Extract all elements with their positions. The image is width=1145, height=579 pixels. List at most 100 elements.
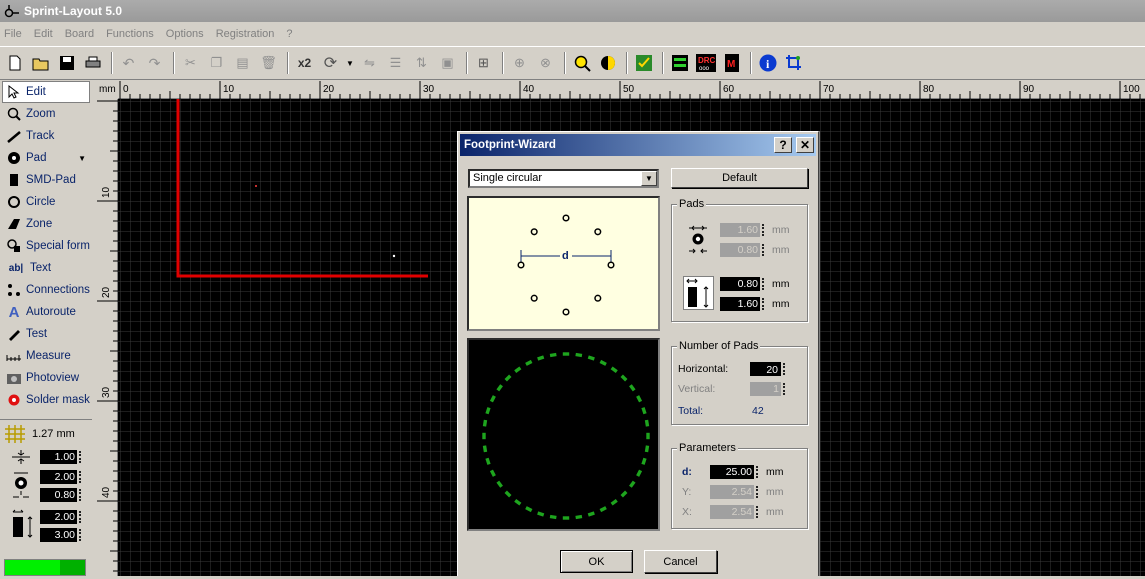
- redo-button[interactable]: ↷: [143, 52, 166, 75]
- menu-file[interactable]: File: [4, 28, 22, 40]
- preview-pad: [496, 384, 503, 392]
- spin-icon[interactable]: [762, 298, 766, 310]
- tool-autoroute[interactable]: A Autoroute: [0, 301, 92, 323]
- smd-height-input[interactable]: 1.60: [720, 297, 760, 311]
- preview-pad: [549, 352, 557, 358]
- preview-pad: [644, 419, 650, 427]
- menu-help[interactable]: ?: [286, 28, 292, 40]
- menu-edit[interactable]: Edit: [34, 28, 53, 40]
- align-button[interactable]: ☰: [384, 52, 407, 75]
- ruler-top-label: 30: [423, 84, 435, 95]
- parameters-label: Parameters: [677, 442, 738, 454]
- macro-icon: M: [724, 54, 739, 72]
- layer-button[interactable]: [596, 52, 619, 75]
- tool-photoview[interactable]: Photoview: [0, 367, 92, 389]
- print-button[interactable]: [81, 52, 104, 75]
- tool-measure[interactable]: Measure: [0, 345, 92, 367]
- new-file-button[interactable]: [3, 52, 26, 75]
- tool-solder-mask[interactable]: Solder mask: [0, 389, 92, 411]
- tool-pad[interactable]: Pad ▼: [0, 147, 92, 169]
- tool-edit[interactable]: Edit: [2, 81, 90, 103]
- tool-special-form[interactable]: Special form: [0, 235, 92, 257]
- open-button[interactable]: [29, 52, 52, 75]
- horizontal-input[interactable]: 20: [750, 362, 781, 376]
- toolbar-separator: [502, 52, 504, 74]
- spin-icon[interactable]: [756, 466, 760, 478]
- pad-inner-input[interactable]: 0.80: [40, 488, 77, 502]
- tool-connections[interactable]: Connections: [0, 279, 92, 301]
- default-button[interactable]: Default: [671, 168, 808, 188]
- lock-button[interactable]: ⊕: [508, 52, 531, 75]
- spin-icon[interactable]: [79, 511, 83, 523]
- flip-button[interactable]: ⇅: [410, 52, 433, 75]
- cancel-button[interactable]: Cancel: [644, 550, 717, 573]
- tool-text[interactable]: ab| Text: [0, 257, 92, 279]
- pad-outer-input[interactable]: 2.00: [40, 470, 77, 484]
- tool-zone[interactable]: Zone: [0, 213, 92, 235]
- copy-button[interactable]: ❐: [205, 52, 228, 75]
- smd-height-input[interactable]: 3.00: [40, 528, 77, 542]
- crop-button[interactable]: [782, 52, 805, 75]
- properties-button[interactable]: [668, 52, 691, 75]
- d-input[interactable]: 25.00: [710, 465, 754, 479]
- smd-width-input[interactable]: 0.80: [720, 277, 760, 291]
- tool-circle[interactable]: Circle: [0, 191, 92, 213]
- paste-button[interactable]: ▤: [231, 52, 254, 75]
- tool-track[interactable]: Track: [0, 125, 92, 147]
- drc-button[interactable]: DRC ooo: [694, 52, 717, 75]
- preview-pad: [599, 359, 607, 366]
- mirror-button[interactable]: ⇋: [358, 52, 381, 75]
- unlock-button[interactable]: ⊗: [534, 52, 557, 75]
- spin-icon[interactable]: [783, 363, 787, 375]
- spin-icon[interactable]: [762, 278, 766, 290]
- macro-button[interactable]: M: [720, 52, 743, 75]
- smd-width-input[interactable]: 2.00: [40, 510, 77, 524]
- component-button[interactable]: ⊞: [472, 52, 495, 75]
- footprint-type-value: Single circular: [473, 172, 543, 184]
- spin-icon[interactable]: [79, 471, 83, 483]
- pad-outer-input: 1.60: [720, 223, 760, 237]
- special-form-icon: [6, 238, 22, 254]
- spin-icon[interactable]: [79, 489, 83, 501]
- tool-smd-pad[interactable]: SMD-Pad: [0, 169, 92, 191]
- info-button[interactable]: i: [756, 52, 779, 75]
- footprint-type-select[interactable]: Single circular ▼: [468, 169, 659, 188]
- multiply-button[interactable]: x2: [293, 52, 316, 75]
- undo-button[interactable]: ↶: [117, 52, 140, 75]
- ok-button[interactable]: OK: [560, 550, 633, 573]
- save-button[interactable]: [55, 52, 78, 75]
- spin-icon[interactable]: [79, 529, 83, 541]
- menu-options[interactable]: Options: [166, 28, 204, 40]
- tool-zoom[interactable]: Zoom: [0, 103, 92, 125]
- tool-label: Pad: [26, 152, 47, 164]
- rotate-button[interactable]: ⟳: [319, 52, 342, 75]
- cut-button[interactable]: ✂: [179, 52, 202, 75]
- close-button[interactable]: ✕: [796, 137, 814, 153]
- spin-icon: [762, 224, 766, 236]
- grid-selector[interactable]: 1.27 mm: [0, 419, 92, 443]
- menu-board[interactable]: Board: [65, 28, 94, 40]
- checklist-button[interactable]: [632, 52, 655, 75]
- layer-color-bar[interactable]: [4, 559, 86, 576]
- smd-pad-toggle[interactable]: [683, 276, 714, 310]
- pad-inner-input: 0.80: [720, 243, 760, 257]
- x-label: X:: [682, 506, 692, 518]
- chevron-down-icon[interactable]: ▼: [641, 171, 657, 186]
- rotate-dropdown[interactable]: ▼: [345, 52, 355, 75]
- menu-registration[interactable]: Registration: [216, 28, 275, 40]
- group-button[interactable]: ▣: [436, 52, 459, 75]
- undo-icon: ↶: [122, 54, 135, 71]
- track-width-input[interactable]: 1.00: [40, 450, 77, 464]
- menu-functions[interactable]: Functions: [106, 28, 154, 40]
- rotate-icon: ⟳: [323, 55, 338, 72]
- chevron-down-icon[interactable]: ▼: [78, 154, 86, 163]
- y-label: Y:: [682, 486, 692, 498]
- mirror-icon: ⇋: [364, 55, 375, 70]
- tool-test[interactable]: Test: [0, 323, 92, 345]
- preview-pad: [549, 514, 557, 520]
- preview-pad: [641, 457, 647, 465]
- zoom-button[interactable]: [570, 52, 593, 75]
- help-button[interactable]: ?: [774, 137, 792, 153]
- spin-icon[interactable]: [79, 451, 83, 463]
- delete-button[interactable]: 🗑: [257, 52, 280, 75]
